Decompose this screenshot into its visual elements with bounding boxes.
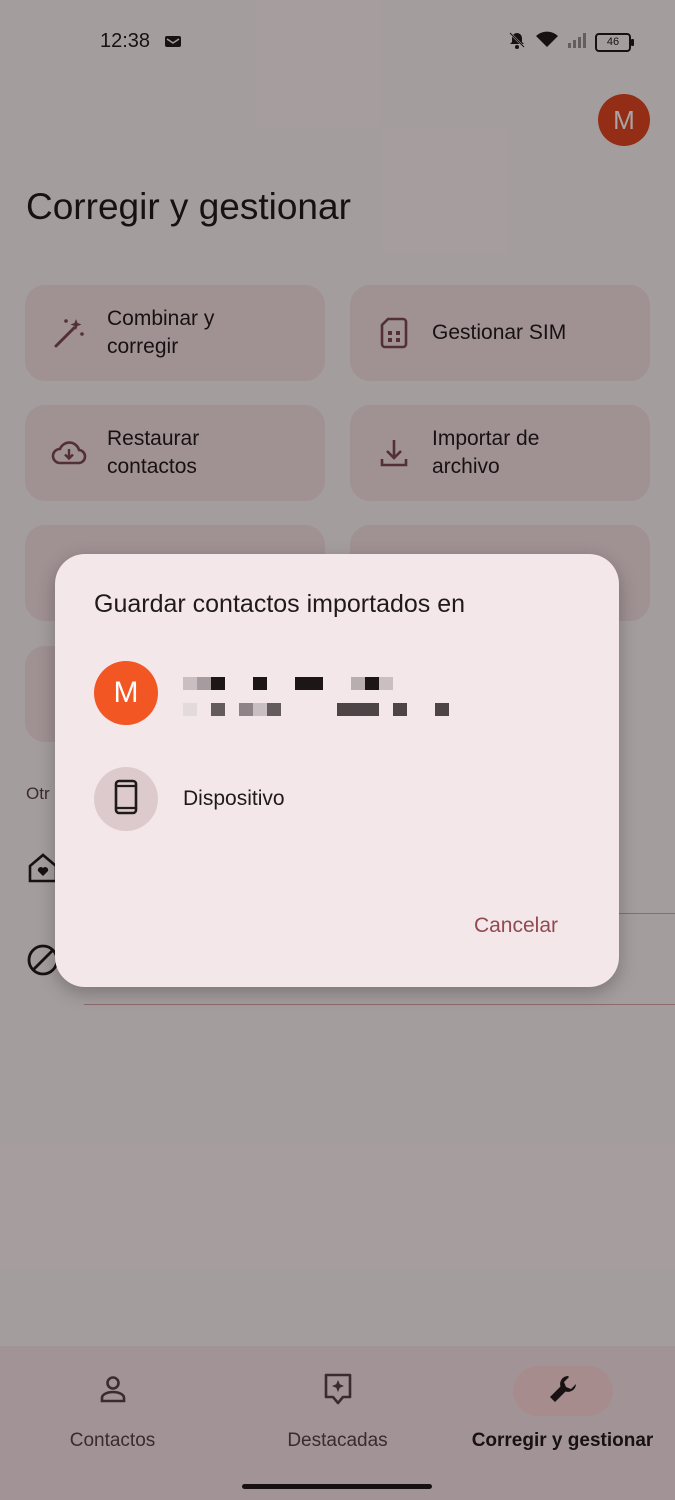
option-device[interactable]: Dispositivo [94,766,584,832]
cancel-button[interactable]: Cancelar [470,910,562,942]
option-google-account[interactable]: M [94,660,584,726]
dialog-title: Guardar contactos importados en [94,590,466,618]
account-info-redacted [183,671,463,716]
device-avatar [94,767,158,831]
save-imported-contacts-dialog: Guardar contactos importados en M Dispos… [55,554,619,987]
phone-icon [114,779,138,820]
account-avatar: M [94,661,158,725]
device-label: Dispositivo [183,787,285,810]
redacted-account-text [183,671,463,716]
